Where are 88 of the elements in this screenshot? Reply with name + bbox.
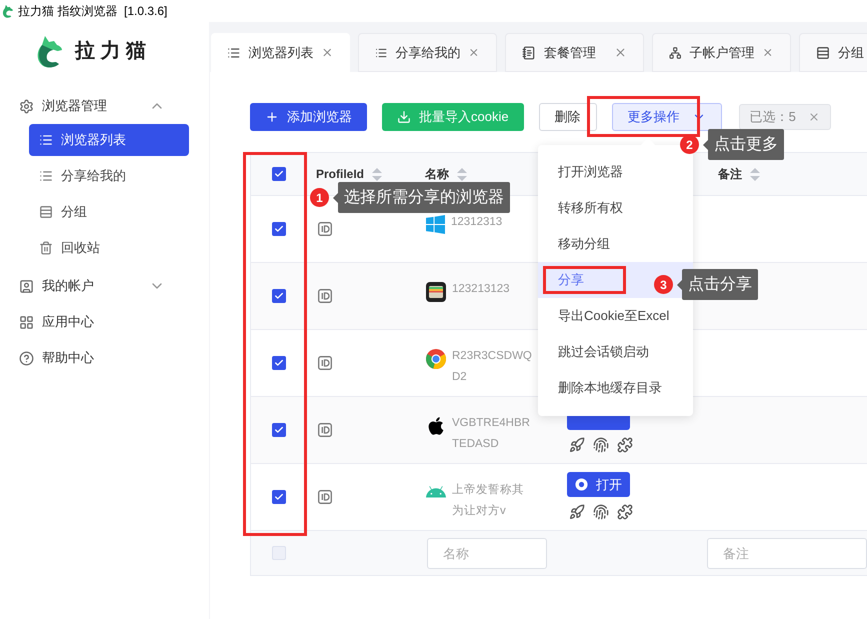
- wallet-icon: [426, 282, 446, 302]
- tab[interactable]: 套餐管理: [505, 33, 644, 72]
- close-icon[interactable]: [614, 46, 627, 59]
- account-icon: [19, 278, 34, 294]
- checkbox[interactable]: [272, 546, 286, 560]
- name-filter-field[interactable]: 名称: [427, 538, 547, 568]
- check-icon: [274, 425, 284, 435]
- id-icon: [318, 423, 332, 437]
- menu-item[interactable]: 跳过会话锁启动: [538, 334, 693, 370]
- fingerprint-icon[interactable]: [593, 437, 609, 453]
- group-icon: [816, 46, 830, 60]
- menu-item[interactable]: 删除本地缓存目录: [538, 370, 693, 406]
- app-icon: [2, 4, 14, 18]
- callout-tooltip: 点击分享: [682, 269, 758, 300]
- tab[interactable]: 分享给我的: [358, 33, 497, 72]
- browser-name: 12312313: [451, 215, 504, 230]
- notebook-icon: [522, 46, 536, 60]
- id-icon: [318, 289, 332, 303]
- grid-icon: [19, 314, 34, 330]
- windows-icon: [426, 215, 445, 234]
- plus-icon: [265, 110, 279, 124]
- trash-icon: [39, 241, 53, 255]
- browser-name: 上帝发誓称其为让对方v: [452, 482, 525, 519]
- tab[interactable]: 分组: [799, 33, 867, 72]
- callout-tooltip: 选择所需分享的浏览器: [338, 182, 510, 213]
- hierarchy-icon: [669, 46, 682, 60]
- window-title: 拉力猫 指纹浏览器 [1.0.3.6]: [18, 3, 168, 20]
- id-icon: [318, 490, 332, 504]
- checkbox[interactable]: [272, 356, 286, 370]
- browser-name: VGBTRE4HBRTEDASD: [452, 416, 531, 452]
- cat-logo-icon: [37, 34, 63, 68]
- puzzle-icon[interactable]: [617, 437, 633, 453]
- sidebar-item[interactable]: 应用中心: [0, 304, 209, 340]
- group-icon: [39, 205, 53, 219]
- chrome-icon: [426, 349, 446, 369]
- checkbox[interactable]: [272, 423, 286, 437]
- list-icon: [227, 46, 240, 60]
- id-icon: [318, 222, 332, 236]
- browser-icon: [575, 478, 588, 491]
- settings-icon: [19, 98, 34, 114]
- selection-count: 已选：5: [750, 108, 796, 126]
- checkbox[interactable]: [272, 490, 286, 504]
- check-icon: [274, 169, 284, 179]
- browser-name: 123213123: [452, 282, 511, 297]
- checkbox[interactable]: [272, 222, 286, 236]
- list-icon: [39, 133, 53, 147]
- list-icon: [39, 169, 53, 183]
- menu-item[interactable]: 转移所有权: [538, 190, 693, 226]
- column-header: 备注: [718, 166, 742, 183]
- menu-item[interactable]: 移动分组: [538, 226, 693, 262]
- id-icon: [318, 356, 332, 370]
- checkbox[interactable]: [272, 167, 286, 181]
- help-icon: [19, 350, 34, 366]
- toolbar-button[interactable]: 删除: [538, 103, 597, 131]
- tab[interactable]: 子帐户管理: [652, 33, 791, 72]
- checkbox[interactable]: [272, 289, 286, 303]
- close-icon[interactable]: [468, 46, 480, 59]
- callout-tooltip: 点击更多: [708, 129, 784, 160]
- logo-text: 拉 力 猫: [75, 39, 146, 64]
- check-icon: [274, 291, 284, 301]
- menu-item[interactable]: 导出Cookie至Excel: [538, 298, 693, 334]
- dropdown-button[interactable]: 更多操作: [612, 103, 722, 131]
- column-header: 名称: [425, 166, 449, 183]
- notes-filter-field[interactable]: 备注: [707, 538, 867, 568]
- check-icon: [274, 492, 284, 502]
- download-icon: [397, 110, 411, 124]
- apple-icon: [426, 416, 446, 436]
- toolbar-button[interactable]: 添加浏览器: [250, 103, 367, 131]
- sidebar-item[interactable]: 分组: [29, 196, 189, 228]
- check-icon: [274, 358, 284, 368]
- browser-name: R23R3CSDWQD2: [452, 349, 532, 385]
- menu-item[interactable]: 打开浏览器: [538, 154, 693, 190]
- tab[interactable]: 浏览器列表: [211, 33, 350, 72]
- sidebar-item[interactable]: 我的帐户: [0, 268, 209, 304]
- sidebar-item[interactable]: 分享给我的: [29, 160, 189, 192]
- check-icon: [274, 224, 284, 234]
- close-icon[interactable]: [762, 46, 774, 59]
- sidebar-item[interactable]: 浏览器管理: [0, 88, 209, 124]
- puzzle-icon[interactable]: [617, 504, 633, 520]
- sidebar-item[interactable]: 帮助中心: [0, 340, 209, 376]
- close-icon[interactable]: [321, 46, 334, 59]
- column-header: ProfileId: [316, 166, 364, 183]
- fingerprint-icon[interactable]: [593, 504, 609, 520]
- sidebar-item[interactable]: 回收站: [29, 232, 189, 264]
- rocket-icon[interactable]: [569, 504, 585, 520]
- open-button[interactable]: 打开: [567, 472, 630, 497]
- sidebar-item[interactable]: 浏览器列表: [29, 124, 189, 156]
- rocket-icon[interactable]: [569, 437, 585, 453]
